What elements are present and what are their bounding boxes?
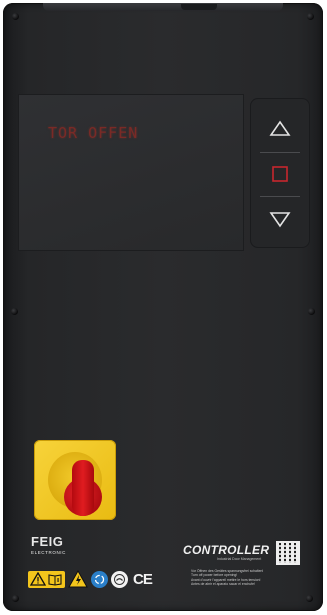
- triangle-down-icon: [269, 212, 291, 228]
- warning-triangle-icon: [30, 572, 46, 586]
- disposal-icon: [111, 570, 128, 588]
- screw-top-right: [307, 13, 314, 20]
- brand-subtitle: ELECTRONIC: [31, 550, 67, 555]
- recycle-arrows-icon: [94, 574, 105, 584]
- open-button[interactable]: [256, 108, 304, 150]
- brand-name: FEIG: [31, 534, 64, 549]
- display-status-text: TOR OFFEN: [48, 124, 139, 142]
- stop-button[interactable]: [256, 153, 304, 195]
- warning-line-es: Antes de abrir el aparato sacar el enchu…: [191, 582, 255, 587]
- recycling-icon: [91, 570, 108, 588]
- read-manual-icon: [48, 574, 62, 586]
- warning-notice: Vor Öffnen des Gerätes spannungsfrei sch…: [191, 569, 279, 587]
- screw-middle-left: [11, 308, 18, 315]
- qr-code: [276, 541, 300, 565]
- door-controller-device: TOR OFFEN FEIG ELECTRONIC CONTROLLER Ind…: [3, 3, 323, 611]
- screw-middle-right: [308, 308, 315, 315]
- ce-mark: CE: [133, 570, 153, 588]
- disposal-hand-icon: [114, 573, 125, 585]
- top-ridge: [43, 3, 283, 11]
- screw-bottom-right: [306, 595, 313, 602]
- electrical-hazard-icon: [68, 570, 88, 588]
- screw-top-left: [12, 13, 19, 20]
- warning-manual-icon: [28, 570, 65, 588]
- main-switch-ring: [48, 452, 102, 516]
- close-button[interactable]: [256, 198, 304, 240]
- triangle-up-icon: [269, 120, 291, 136]
- product-name: CONTROLLER: [183, 543, 270, 557]
- safety-icons-row: CE: [28, 569, 153, 589]
- main-switch-plate: [34, 440, 116, 520]
- lcd-display: TOR OFFEN: [18, 94, 244, 251]
- square-stop-icon: [272, 166, 288, 182]
- product-subtitle: Industrial Door Management: [217, 557, 262, 561]
- keypad-divider: [260, 196, 300, 197]
- main-switch-knob[interactable]: [72, 460, 94, 516]
- feig-logo: FEIG ELECTRONIC: [31, 534, 66, 555]
- keypad: [250, 98, 310, 248]
- top-cable-entry: [181, 4, 217, 10]
- screw-bottom-left: [12, 595, 19, 602]
